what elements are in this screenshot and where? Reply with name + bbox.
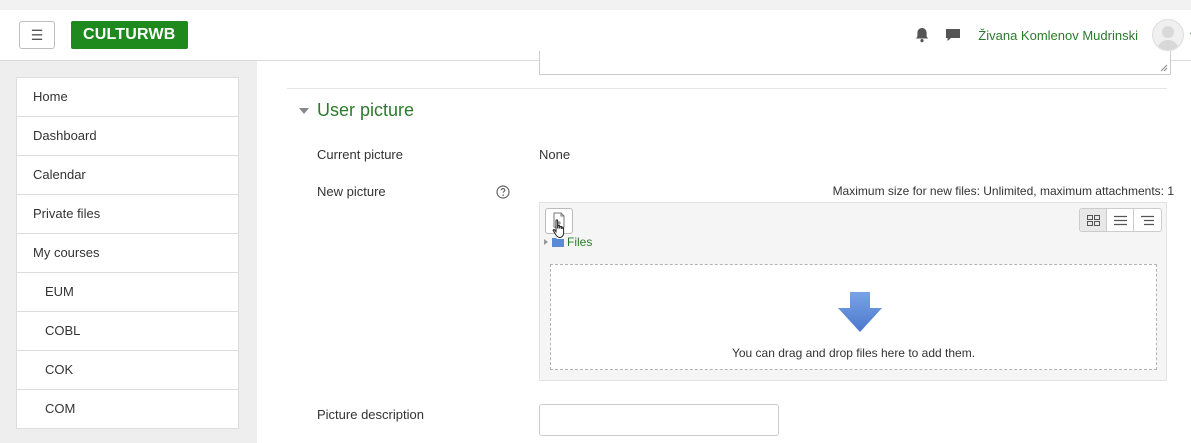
- down-arrow-icon: [838, 292, 882, 332]
- new-picture-label: New picture: [317, 184, 386, 199]
- tree-icon: [1141, 215, 1154, 225]
- picture-description-input[interactable]: [539, 404, 779, 436]
- collapse-caret-icon: [299, 107, 309, 114]
- expand-caret-icon: [544, 239, 548, 245]
- previous-textarea[interactable]: [539, 51, 1171, 75]
- avatar[interactable]: [1151, 19, 1184, 51]
- sidebar-item-com[interactable]: COM: [17, 390, 238, 429]
- grid-icon: [1086, 214, 1100, 226]
- view-tree-button[interactable]: [1134, 209, 1161, 231]
- folder-icon: [552, 238, 564, 247]
- list-icon: [1113, 215, 1127, 225]
- section-title: User picture: [317, 100, 415, 120]
- view-icons-button[interactable]: [1080, 209, 1107, 231]
- main-content: User picture Current picture None New pi…: [257, 51, 1191, 443]
- files-breadcrumb[interactable]: Files: [544, 235, 592, 249]
- current-picture-label: Current picture: [317, 147, 403, 162]
- sidebar-item-cok[interactable]: COK: [17, 351, 238, 390]
- section-divider: [287, 88, 1167, 89]
- sidebar-item-eum[interactable]: EUM: [17, 273, 238, 312]
- sidebar-item-dashboard[interactable]: Dashboard: [17, 117, 238, 156]
- resize-grip-icon[interactable]: [1160, 64, 1168, 72]
- view-list-button[interactable]: [1107, 209, 1134, 231]
- file-drop-zone[interactable]: You can drag and drop files here to add …: [550, 264, 1157, 370]
- site-brand[interactable]: CULTURWB: [71, 21, 188, 49]
- sidebar-item-calendar[interactable]: Calendar: [17, 156, 238, 195]
- sidebar-item-cobl[interactable]: COBL: [17, 312, 238, 351]
- current-picture-value: None: [539, 147, 571, 162]
- help-icon[interactable]: [496, 185, 510, 199]
- picture-description-label: Picture description: [317, 407, 424, 422]
- user-picture-section-header[interactable]: User picture: [299, 100, 414, 121]
- avatar-default-icon: [1156, 26, 1179, 50]
- file-manager: Files You can drag and drop files here t…: [539, 202, 1167, 381]
- chat-icon[interactable]: [945, 27, 961, 43]
- hamburger-icon: ☰: [30, 26, 44, 43]
- sidebar-item-my-courses[interactable]: My courses: [17, 234, 238, 273]
- max-size-info: Maximum size for new files: Unlimited, m…: [832, 184, 1174, 198]
- drop-zone-text: You can drag and drop files here to add …: [731, 346, 976, 360]
- hamburger-menu-button[interactable]: ☰: [19, 21, 55, 49]
- files-label: Files: [567, 235, 593, 249]
- sidebar-item-home[interactable]: Home: [17, 78, 238, 117]
- view-mode-toggle: [1079, 208, 1162, 232]
- user-name-link[interactable]: Živana Komlenov Mudrinski: [978, 28, 1138, 43]
- sidebar-column: Home Dashboard Calendar Private files My…: [0, 61, 257, 443]
- nav-sidebar: Home Dashboard Calendar Private files My…: [16, 77, 239, 429]
- sidebar-item-private-files[interactable]: Private files: [17, 195, 238, 234]
- bell-icon[interactable]: [913, 26, 931, 44]
